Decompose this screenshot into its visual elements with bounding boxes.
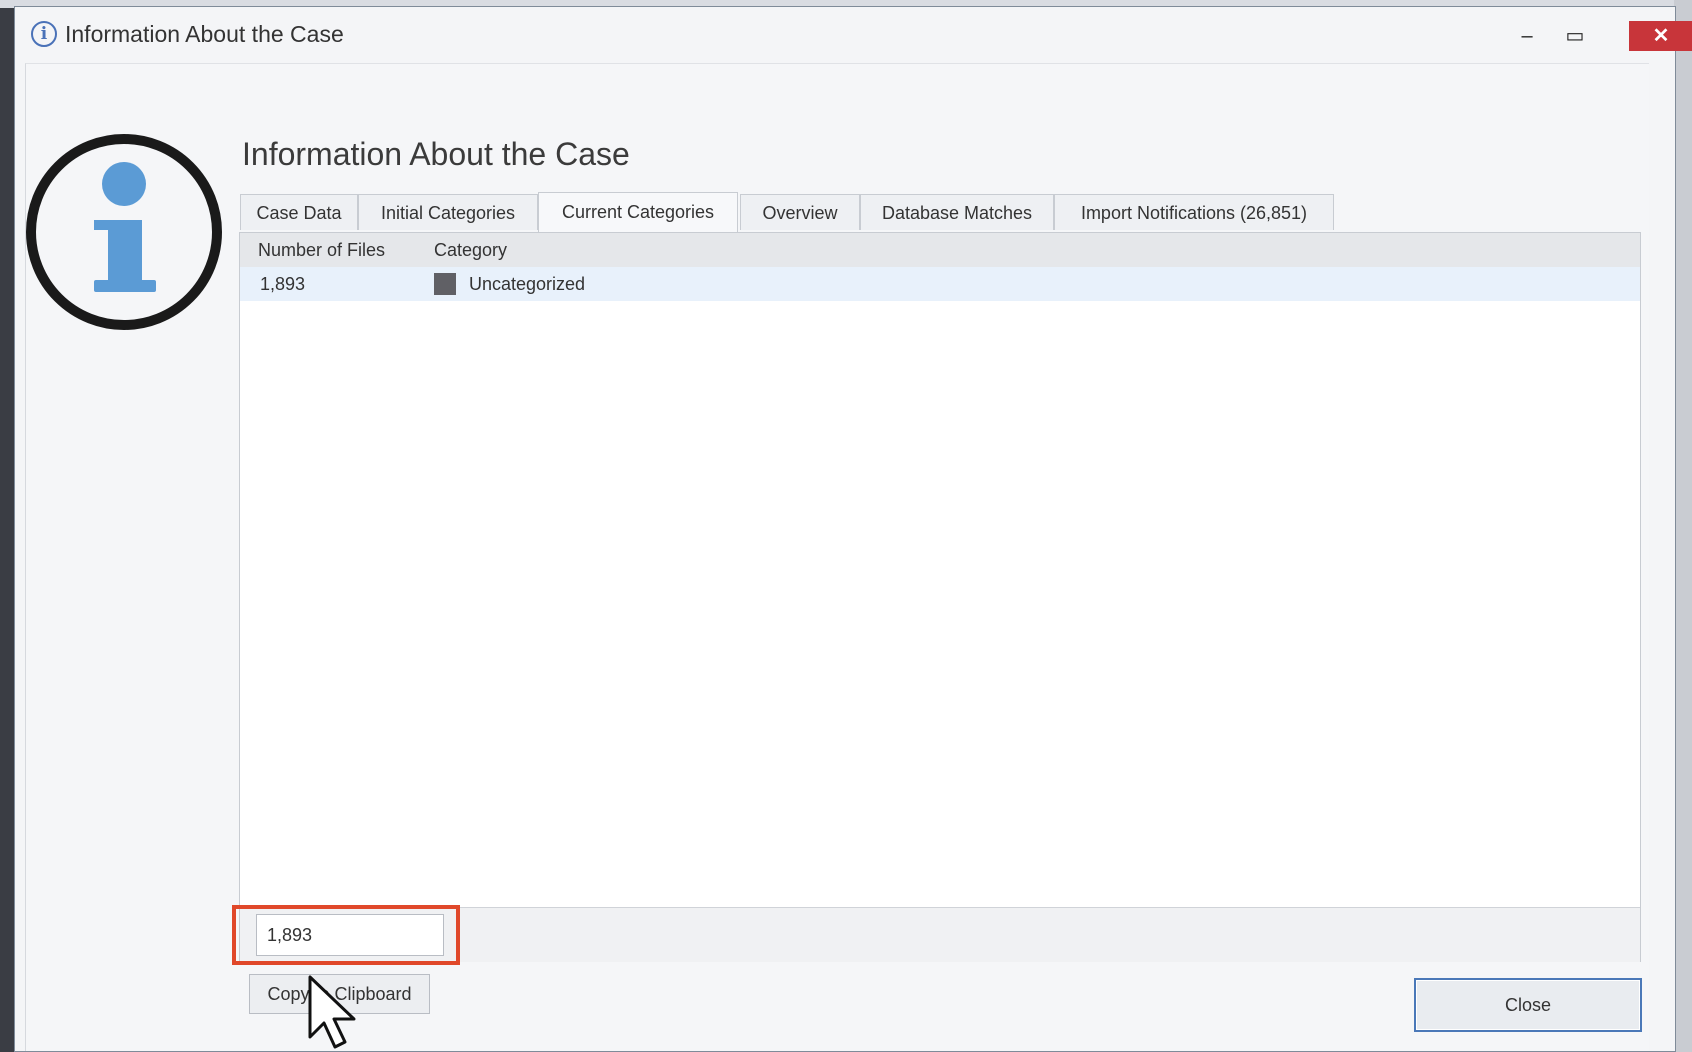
tab-overview[interactable]: Overview [740,194,860,230]
tab-case-data[interactable]: Case Data [240,194,358,230]
mouse-pointer-icon [308,975,356,1049]
maximize-button[interactable]: ▭ [1555,21,1595,51]
close-window-button[interactable]: ✕ [1629,21,1692,51]
close-button[interactable]: Close [1414,978,1642,1032]
info-icon: i [31,21,57,47]
tab-current-categories[interactable]: Current Categories [538,192,738,232]
column-header-number-of-files[interactable]: Number of Files [258,240,385,261]
highlight-annotation [232,905,460,965]
background-right-edge [1674,0,1692,1052]
category-color-swatch [434,273,456,295]
tab-database-matches[interactable]: Database Matches [860,194,1054,230]
grid-header: Number of Files Category [240,233,1640,267]
column-header-category[interactable]: Category [434,240,507,261]
cell-number-of-files: 1,893 [260,274,306,294]
page-title: Information About the Case [242,136,630,172]
tab-import-notifications[interactable]: Import Notifications (26,851) [1054,194,1334,230]
minimize-button[interactable]: ‒ [1507,21,1547,51]
info-icon-serif-bottom [94,280,156,292]
window-title: Information About the Case [65,21,344,47]
cell-category: Uncategorized [469,274,586,294]
info-icon-stem [108,220,142,284]
title-bar[interactable]: i Information About the Case ‒ ▭ ✕ [15,7,1692,63]
table-row[interactable]: 1,893 Uncategorized [240,267,1640,301]
large-info-icon [26,134,222,330]
info-icon-dot [102,162,146,206]
tab-initial-categories[interactable]: Initial Categories [358,194,538,230]
categories-grid: Number of Files Category 1,893 Uncategor… [239,232,1641,962]
